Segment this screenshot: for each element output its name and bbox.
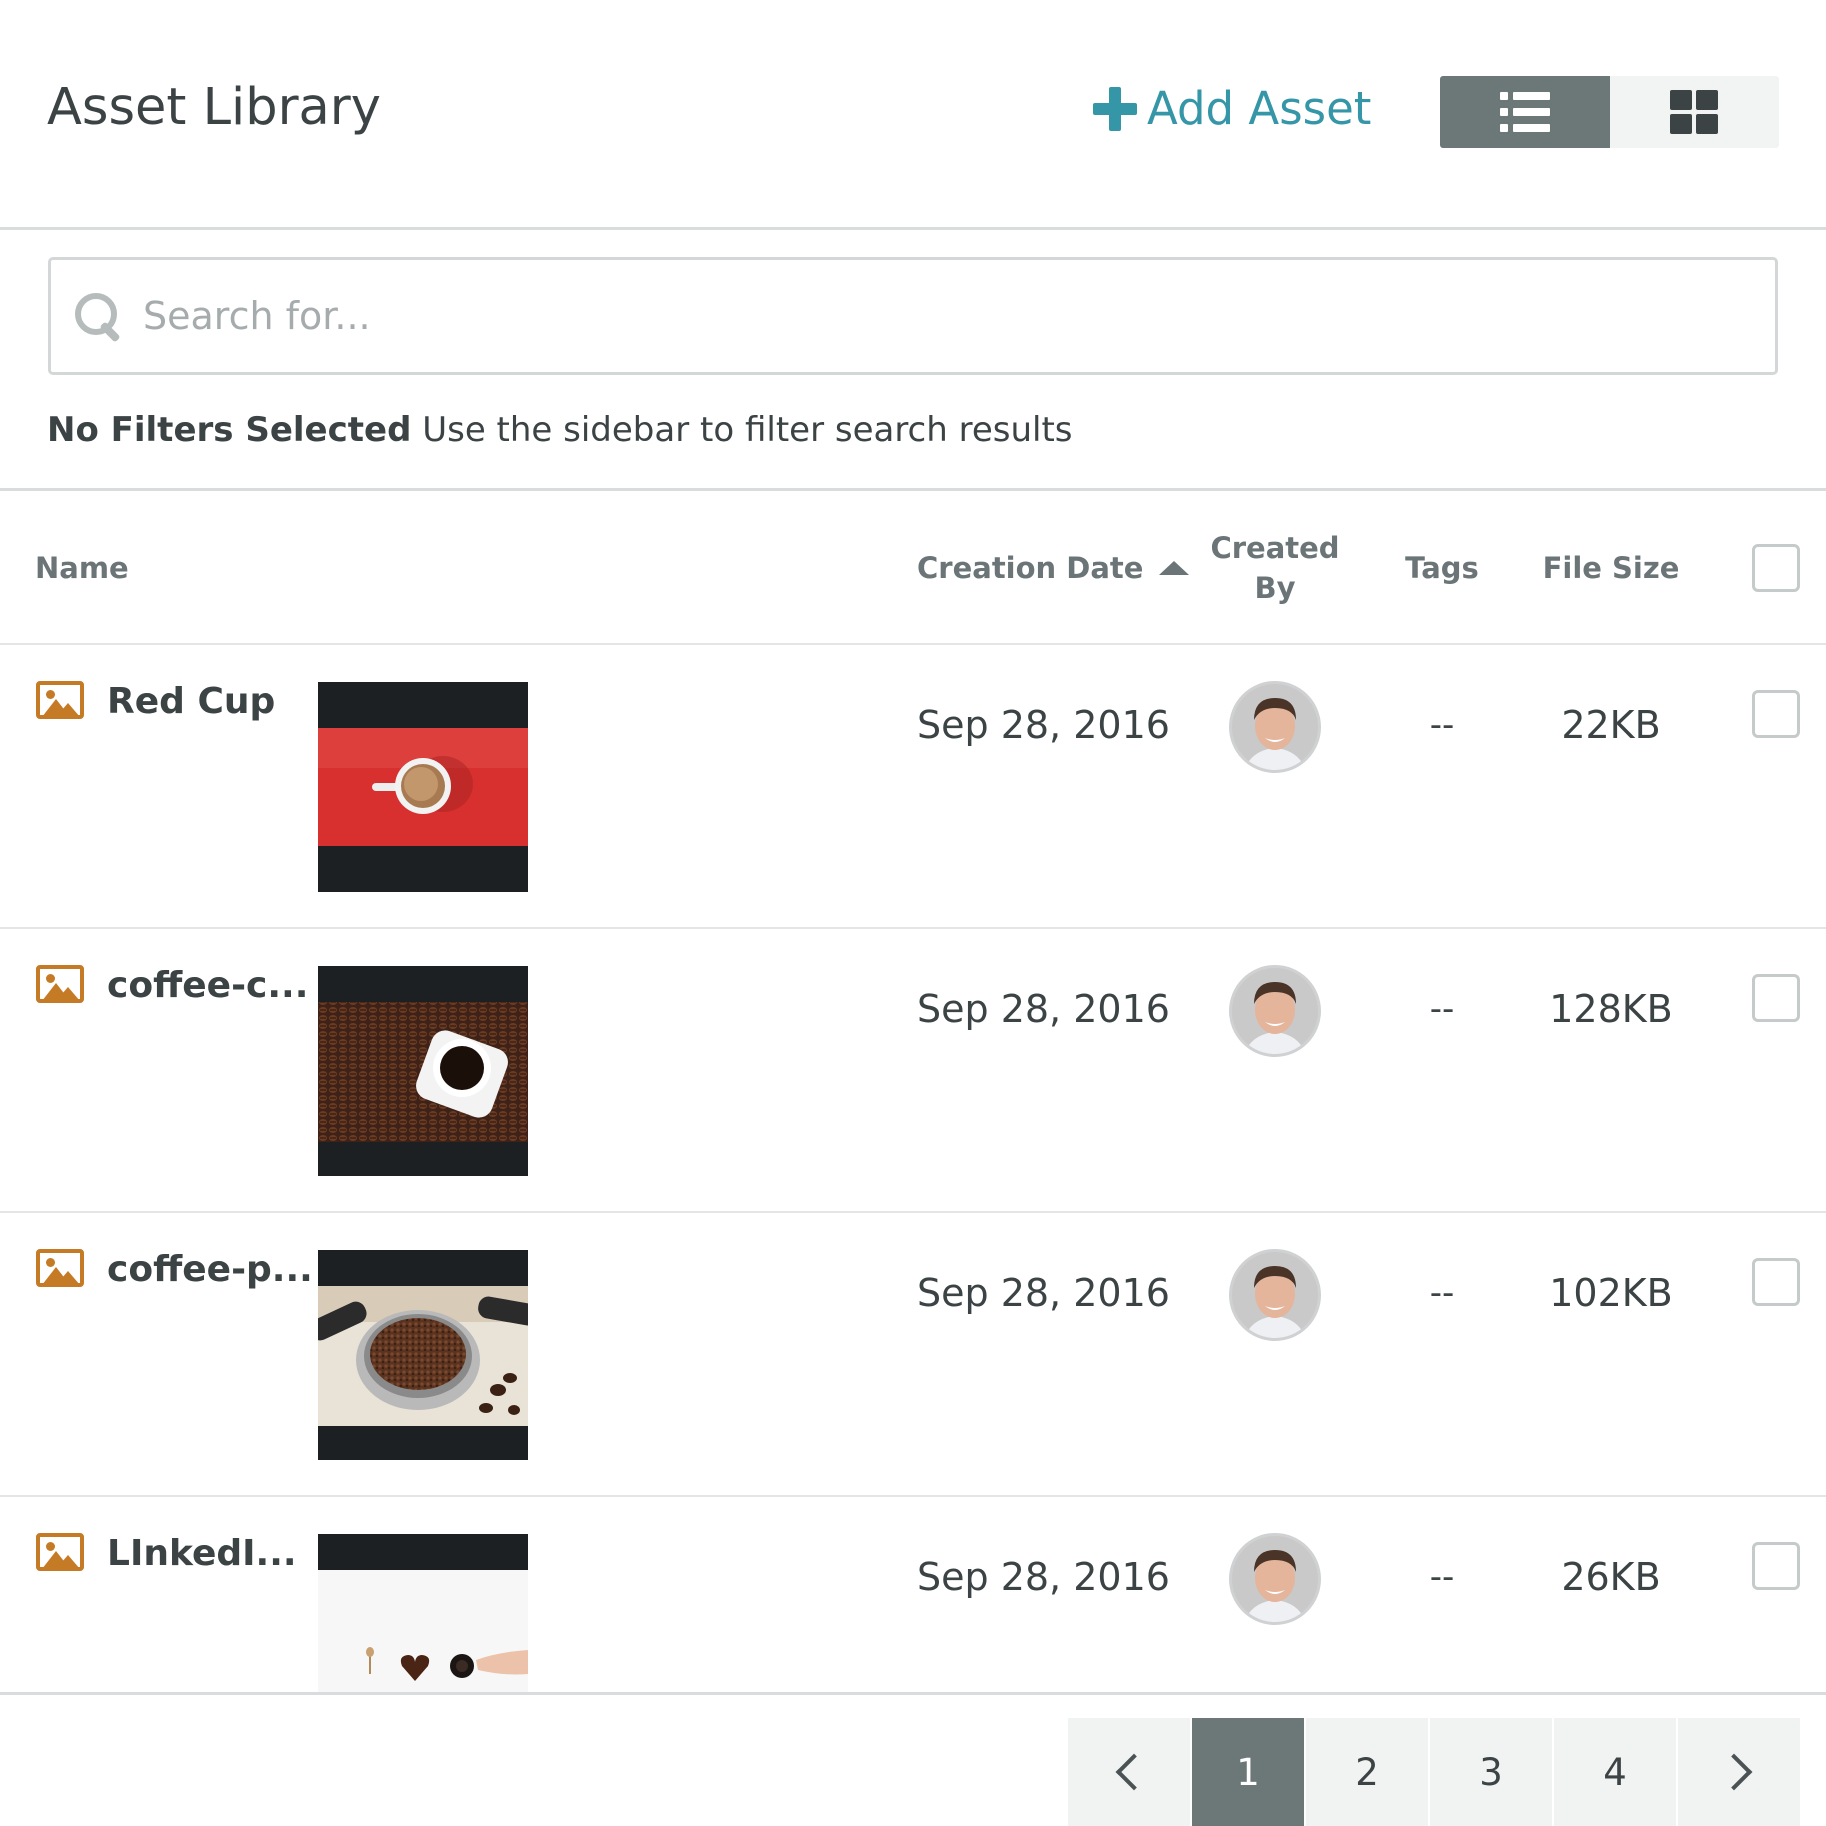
avatar bbox=[1229, 681, 1321, 773]
asset-name[interactable]: coffee-c... bbox=[107, 965, 308, 1006]
column-header-created-by-line2: By bbox=[1254, 571, 1296, 605]
grid-view-icon bbox=[1670, 90, 1719, 134]
creation-date: Sep 28, 2016 bbox=[917, 987, 1170, 1031]
column-header-created-by[interactable]: Created By bbox=[1205, 528, 1345, 608]
image-file-icon bbox=[36, 965, 84, 1003]
search-input[interactable] bbox=[143, 294, 1743, 338]
file-size: 26KB bbox=[1561, 1555, 1661, 1599]
image-file-icon bbox=[36, 1533, 84, 1571]
column-header-created-by-line1: Created bbox=[1210, 531, 1340, 565]
asset-name[interactable]: Red Cup bbox=[107, 681, 275, 722]
list-view-icon bbox=[1499, 92, 1550, 132]
avatar bbox=[1229, 965, 1321, 1057]
column-header-file-size[interactable]: File Size bbox=[1540, 548, 1682, 588]
asset-name[interactable]: coffee-p... bbox=[107, 1249, 313, 1290]
add-asset-button[interactable]: Add Asset bbox=[1093, 82, 1371, 135]
filter-status: No Filters Selected Use the sidebar to f… bbox=[47, 410, 1073, 450]
table-row[interactable]: coffee-c... Sep 28, 2016 -- 128KB bbox=[0, 929, 1826, 1213]
pagination-prev-button[interactable] bbox=[1068, 1718, 1190, 1826]
pagination-page-2[interactable]: 2 bbox=[1306, 1718, 1428, 1826]
image-file-icon bbox=[36, 1249, 84, 1287]
filter-status-label: No Filters Selected bbox=[47, 410, 412, 450]
asset-thumbnail[interactable] bbox=[318, 682, 528, 892]
filter-status-text: Use the sidebar to filter search results bbox=[422, 410, 1073, 450]
table-row[interactable]: coffee-p... Sep 28, 2016 -- 102KB bbox=[0, 1213, 1826, 1497]
divider bbox=[0, 488, 1826, 491]
creation-date: Sep 28, 2016 bbox=[917, 1271, 1170, 1315]
creation-date: Sep 28, 2016 bbox=[917, 703, 1170, 747]
list-view-button[interactable] bbox=[1440, 76, 1610, 148]
table-row[interactable]: LInkedI... Sep 28, 2016 -- 26KB bbox=[0, 1497, 1826, 1695]
asset-thumbnail[interactable] bbox=[318, 1534, 528, 1692]
page-title: Asset Library bbox=[47, 78, 381, 137]
grid-view-button[interactable] bbox=[1609, 76, 1779, 148]
table-row[interactable]: Red Cup Sep 28, 2016 -- 22KB bbox=[0, 645, 1826, 929]
pagination-page-1[interactable]: 1 bbox=[1192, 1718, 1304, 1826]
page-header: Asset Library Add Asset bbox=[0, 0, 1826, 230]
chevron-left-icon bbox=[1115, 1753, 1153, 1791]
image-file-icon bbox=[36, 681, 84, 719]
row-checkbox[interactable] bbox=[1752, 1542, 1800, 1590]
asset-thumbnail[interactable] bbox=[318, 966, 528, 1176]
select-all-checkbox[interactable] bbox=[1752, 544, 1800, 592]
pagination: 1 2 3 4 bbox=[1068, 1718, 1802, 1826]
row-checkbox[interactable] bbox=[1752, 690, 1800, 738]
file-size: 22KB bbox=[1561, 703, 1661, 747]
view-toggle bbox=[1440, 76, 1779, 148]
pagination-page-4[interactable]: 4 bbox=[1554, 1718, 1676, 1826]
tags-value: -- bbox=[1429, 705, 1455, 745]
chevron-right-icon bbox=[1715, 1753, 1753, 1791]
avatar bbox=[1229, 1533, 1321, 1625]
pagination-next-button[interactable] bbox=[1678, 1718, 1800, 1826]
asset-name[interactable]: LInkedI... bbox=[107, 1533, 297, 1574]
creation-date: Sep 28, 2016 bbox=[917, 1555, 1170, 1599]
column-header-name[interactable]: Name bbox=[35, 548, 129, 588]
file-size: 102KB bbox=[1549, 1271, 1673, 1315]
avatar bbox=[1229, 1249, 1321, 1341]
sort-ascending-icon bbox=[1159, 561, 1190, 575]
tags-value: -- bbox=[1429, 989, 1455, 1029]
column-header-tags[interactable]: Tags bbox=[1400, 548, 1484, 588]
tags-value: -- bbox=[1429, 1557, 1455, 1597]
row-checkbox[interactable] bbox=[1752, 1258, 1800, 1306]
row-checkbox[interactable] bbox=[1752, 974, 1800, 1022]
tags-value: -- bbox=[1429, 1273, 1455, 1313]
search-icon bbox=[73, 291, 123, 341]
column-header-creation-date-label: Creation Date bbox=[917, 551, 1144, 585]
add-asset-label: Add Asset bbox=[1147, 82, 1372, 135]
pagination-page-3[interactable]: 3 bbox=[1430, 1718, 1552, 1826]
search-box bbox=[48, 257, 1778, 375]
asset-thumbnail[interactable] bbox=[318, 1250, 528, 1460]
file-size: 128KB bbox=[1549, 987, 1673, 1031]
plus-icon bbox=[1093, 86, 1137, 131]
column-header-creation-date[interactable]: Creation Date bbox=[917, 548, 1190, 588]
